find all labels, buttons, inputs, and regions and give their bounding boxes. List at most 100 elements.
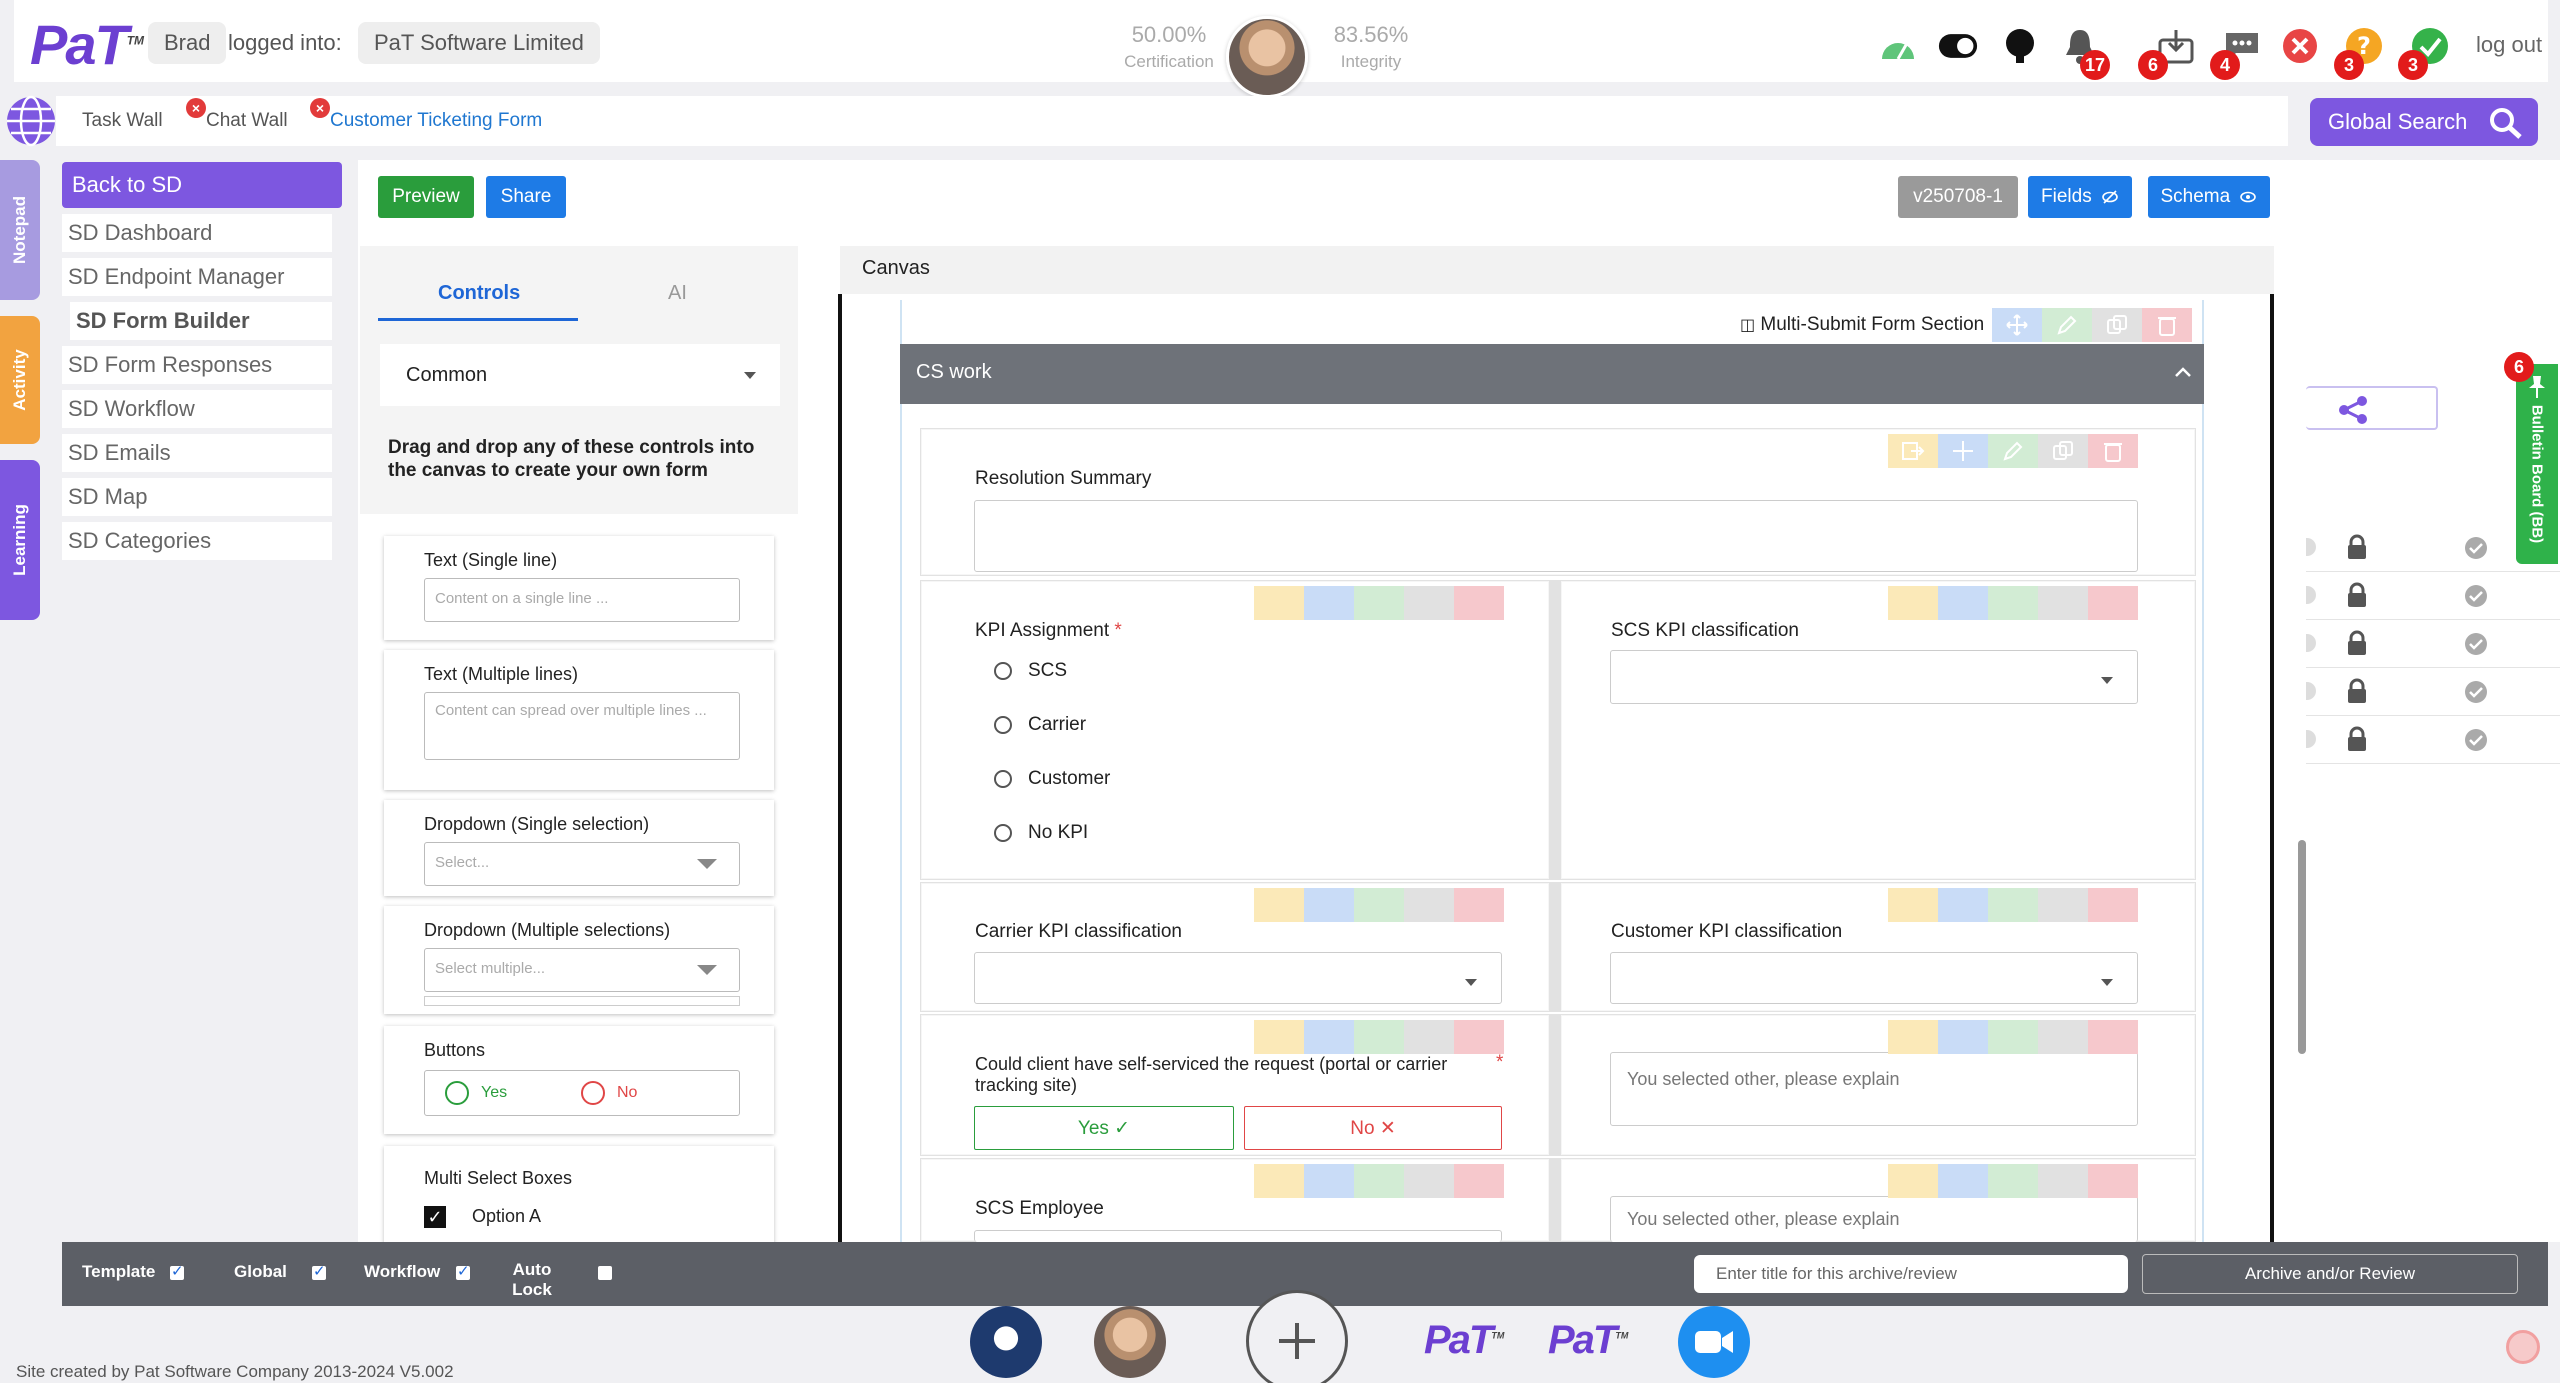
export-icon[interactable] — [1254, 888, 1304, 922]
edit-pencil-icon[interactable] — [1354, 586, 1404, 620]
carrier-kpi-select[interactable] — [974, 952, 1502, 1004]
pat-app-icon-2[interactable]: PaTTM — [1548, 1318, 1628, 1363]
export-icon[interactable] — [1888, 1164, 1938, 1198]
trash-icon[interactable] — [2088, 434, 2138, 468]
tab-ai[interactable]: AI — [668, 282, 687, 305]
edit-pencil-icon[interactable] — [1988, 434, 2038, 468]
video-call-button[interactable] — [1678, 1306, 1750, 1378]
sd-menu-item[interactable]: SD Emails — [62, 434, 332, 472]
copy-icon[interactable] — [1404, 1020, 1454, 1054]
sd-menu-item-active[interactable]: SD Form Builder — [70, 302, 332, 340]
copy-icon[interactable] — [2038, 888, 2088, 922]
copy-icon[interactable] — [2038, 1020, 2088, 1054]
copy-icon[interactable] — [1404, 1164, 1454, 1198]
copy-icon[interactable] — [1404, 888, 1454, 922]
edit-pencil-icon[interactable] — [1988, 586, 2038, 620]
control-dropdown-single[interactable]: Dropdown (Single selection) Select... — [384, 800, 774, 896]
bulletin-board-tab[interactable]: Bulletin Board (BB) — [2516, 364, 2558, 564]
edit-pencil-icon[interactable] — [1988, 1020, 2038, 1054]
share-button[interactable]: Share — [486, 176, 566, 218]
copy-icon[interactable] — [2038, 434, 2088, 468]
export-icon[interactable] — [1888, 434, 1938, 468]
pat-logo[interactable]: PaTTM — [30, 12, 144, 77]
back-to-sd-button[interactable]: Back to SD — [62, 162, 342, 208]
export-icon[interactable] — [1254, 1164, 1304, 1198]
global-search-button[interactable]: Global Search — [2310, 98, 2538, 146]
speedometer-icon[interactable] — [1878, 26, 1918, 66]
tab-chat-wall[interactable]: Chat Wall — [206, 110, 288, 132]
auto-lock-checkbox[interactable] — [598, 1266, 612, 1280]
sd-menu-item[interactable]: SD Dashboard — [62, 214, 332, 252]
fields-button[interactable]: Fields — [2028, 176, 2132, 218]
export-icon[interactable] — [1888, 586, 1938, 620]
move-icon[interactable] — [1304, 888, 1354, 922]
learning-side-tab[interactable]: Learning — [0, 460, 40, 620]
trash-icon[interactable] — [1454, 586, 1504, 620]
other-explain-textarea-2[interactable]: You selected other, please explain — [1610, 1196, 2138, 1242]
export-icon[interactable] — [1888, 888, 1938, 922]
sd-menu-item[interactable]: SD Workflow — [62, 390, 332, 428]
copy-icon[interactable] — [2038, 1164, 2088, 1198]
pat-app-icon-1[interactable]: PaTTM — [1424, 1318, 1504, 1363]
export-icon[interactable] — [1254, 1020, 1304, 1054]
close-circle-icon[interactable] — [2280, 26, 2320, 66]
customer-kpi-select[interactable] — [1610, 952, 2138, 1004]
export-icon[interactable] — [1888, 1020, 1938, 1054]
tab-controls[interactable]: Controls — [438, 282, 520, 305]
template-checkbox[interactable] — [170, 1262, 184, 1280]
radio-no-kpi[interactable]: No KPI — [994, 822, 1088, 844]
move-icon[interactable] — [1938, 1164, 1988, 1198]
move-icon[interactable] — [1304, 1164, 1354, 1198]
user-avatar-dock[interactable] — [1094, 1306, 1166, 1378]
edit-pencil-icon[interactable] — [1354, 1020, 1404, 1054]
user-avatar[interactable] — [1226, 16, 1308, 98]
move-icon[interactable] — [1304, 586, 1354, 620]
move-icon[interactable] — [1938, 434, 1988, 468]
canvas-scrollbar[interactable] — [2298, 840, 2306, 1054]
edit-pencil-icon[interactable] — [1988, 1164, 2038, 1198]
radio-customer[interactable]: Customer — [994, 768, 1110, 790]
archive-title-input[interactable]: Enter title for this archive/review — [1694, 1255, 2128, 1293]
global-checkbox[interactable] — [312, 1262, 326, 1280]
trash-icon[interactable] — [2142, 308, 2192, 342]
list-row[interactable] — [2306, 668, 2560, 716]
trash-icon[interactable] — [1454, 888, 1504, 922]
move-icon[interactable] — [1938, 586, 1988, 620]
sd-menu-item[interactable]: SD Map — [62, 478, 332, 516]
control-multi-select[interactable]: Multi Select Boxes ✓ Option A — [384, 1146, 774, 1242]
sd-menu-item[interactable]: SD Categories — [62, 522, 332, 560]
logout-link[interactable]: log out — [2476, 32, 2542, 58]
workflow-checkbox[interactable] — [456, 1262, 470, 1280]
toggle-switch-icon[interactable] — [1938, 26, 1978, 66]
edit-pencil-icon[interactable] — [1988, 888, 2038, 922]
move-icon[interactable] — [1304, 1020, 1354, 1054]
section-title-bar[interactable]: CS work — [900, 344, 2204, 404]
edit-pencil-icon[interactable] — [2042, 308, 2092, 342]
tab-customer-ticketing-form[interactable]: Customer Ticketing Form — [330, 110, 542, 132]
move-icon[interactable] — [1938, 888, 1988, 922]
sd-menu-item[interactable]: SD Form Responses — [62, 346, 332, 384]
notepad-side-tab[interactable]: Notepad — [0, 160, 40, 300]
globe-icon[interactable] — [4, 94, 58, 148]
edit-pencil-icon[interactable] — [1354, 1164, 1404, 1198]
no-button[interactable]: No ✕ — [1244, 1106, 1502, 1150]
control-text-multi[interactable]: Text (Multiple lines) Content can spread… — [384, 650, 774, 790]
archive-review-button[interactable]: Archive and/or Review — [2142, 1254, 2518, 1294]
trash-icon[interactable] — [2088, 1164, 2138, 1198]
trash-icon[interactable] — [1454, 1020, 1504, 1054]
preview-button[interactable]: Preview — [378, 176, 474, 218]
list-row[interactable] — [2306, 716, 2560, 764]
trash-icon[interactable] — [2088, 888, 2138, 922]
control-dropdown-multi[interactable]: Dropdown (Multiple selections) Select mu… — [384, 906, 774, 1014]
resolution-summary-textarea[interactable] — [974, 500, 2138, 572]
trash-icon[interactable] — [1454, 1164, 1504, 1198]
control-category-select[interactable]: Common — [380, 344, 780, 406]
share-panel-button[interactable] — [2306, 386, 2438, 430]
company-chip[interactable]: PaT Software Limited — [358, 22, 600, 64]
support-headset-icon[interactable] — [2000, 26, 2040, 66]
version-badge[interactable]: v250708-1 — [1898, 176, 2018, 218]
scs-kpi-select[interactable] — [1610, 650, 2138, 704]
astronaut-avatar[interactable] — [970, 1306, 1042, 1378]
scs-employee-select[interactable] — [974, 1230, 1502, 1242]
control-buttons[interactable]: Buttons Yes No — [384, 1026, 774, 1134]
